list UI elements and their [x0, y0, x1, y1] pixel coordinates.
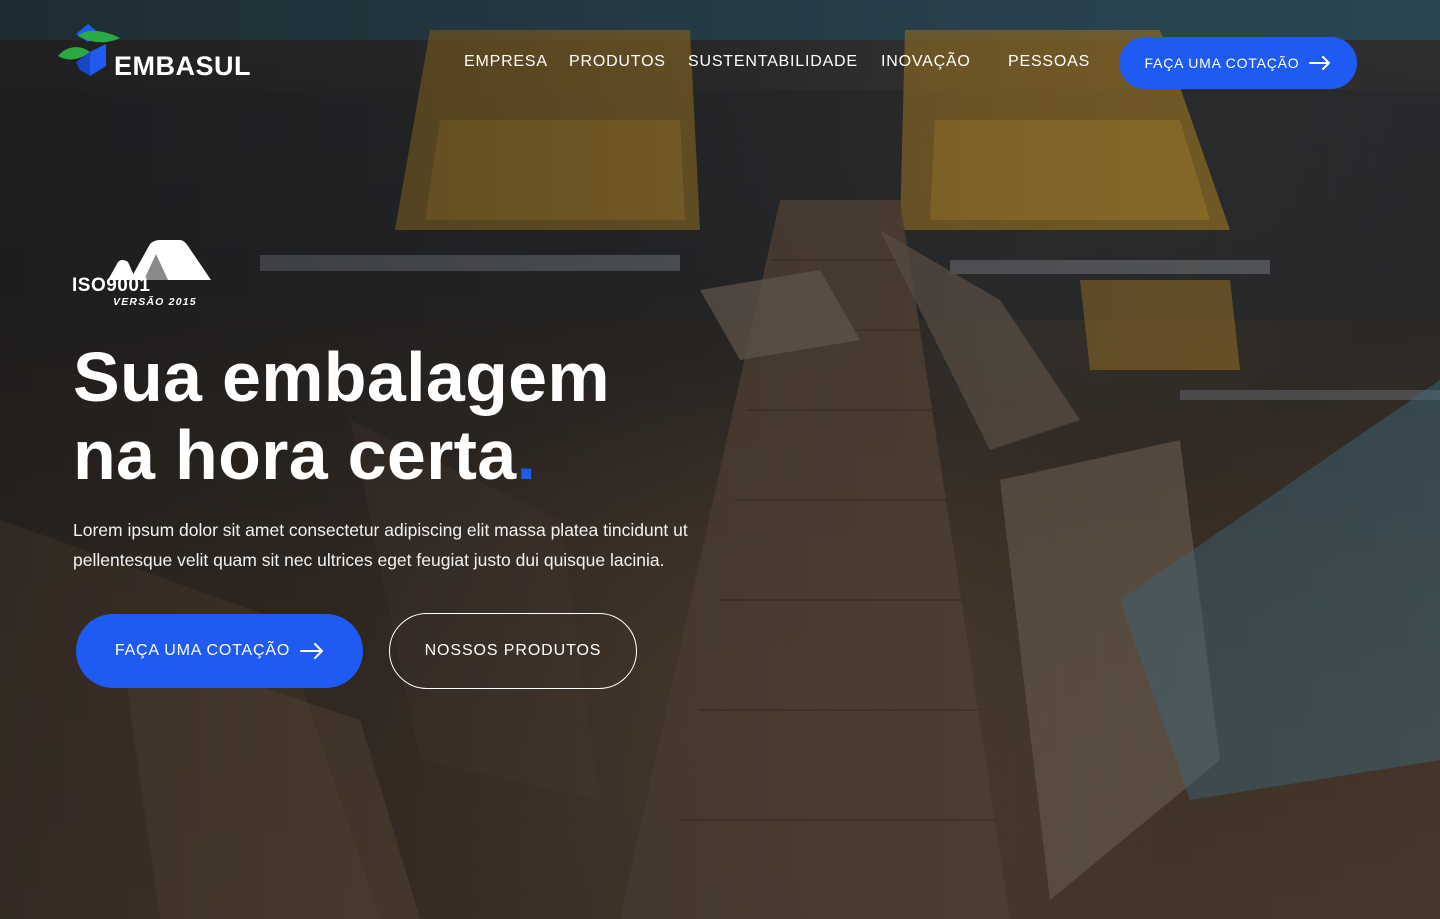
hero-headline: Sua embalagem na hora certa.: [73, 338, 773, 494]
nav-item-produtos[interactable]: PRODUTOS: [569, 50, 666, 74]
nav-item-sustentabilidade[interactable]: SUSTENTABILIDADE: [688, 50, 858, 74]
hero-quote-button[interactable]: FAÇA UMA COTAÇÃO: [76, 614, 363, 688]
site-header: EMBASUL EMPRESA PRODUTOS SUSTENTABILIDAD…: [0, 0, 1440, 120]
our-products-button[interactable]: NOSSOS PRODUTOS: [389, 613, 637, 689]
header-quote-button-label: FAÇA UMA COTAÇÃO: [1144, 55, 1300, 71]
iso-certification-badge: ISO9001 VERSÃO 2015: [72, 240, 214, 312]
nav-item-empresa[interactable]: EMPRESA: [464, 50, 548, 74]
hero-quote-button-label: FAÇA UMA COTAÇÃO: [114, 642, 291, 659]
hero-description: Lorem ipsum dolor sit amet consectetur a…: [73, 520, 688, 570]
brand-name: EMBASUL: [114, 51, 251, 81]
arrow-right-icon: [1309, 56, 1331, 70]
hero-headline-accent-dot: .: [516, 416, 537, 494]
nav-item-pessoas[interactable]: PESSOAS: [1008, 50, 1090, 74]
hero-headline-line2: na hora certa: [73, 416, 517, 494]
our-products-button-label: NOSSOS PRODUTOS: [424, 642, 602, 659]
arrow-right-icon: [300, 643, 324, 659]
hero-headline-line1: Sua embalagem: [73, 338, 610, 416]
header-quote-button[interactable]: FAÇA UMA COTAÇÃO: [1119, 37, 1357, 89]
iso-certification-icon: [108, 240, 211, 280]
nav-item-inovacao[interactable]: INOVAÇÃO: [881, 50, 971, 74]
iso-label: ISO9001: [72, 275, 151, 296]
embasul-leaf-cube-icon: [58, 24, 120, 76]
iso-version-label: VERSÃO 2015: [113, 296, 197, 308]
brand-logo[interactable]: EMBASUL: [56, 22, 286, 82]
hero-section: EMBASUL EMPRESA PRODUTOS SUSTENTABILIDAD…: [0, 0, 1440, 919]
